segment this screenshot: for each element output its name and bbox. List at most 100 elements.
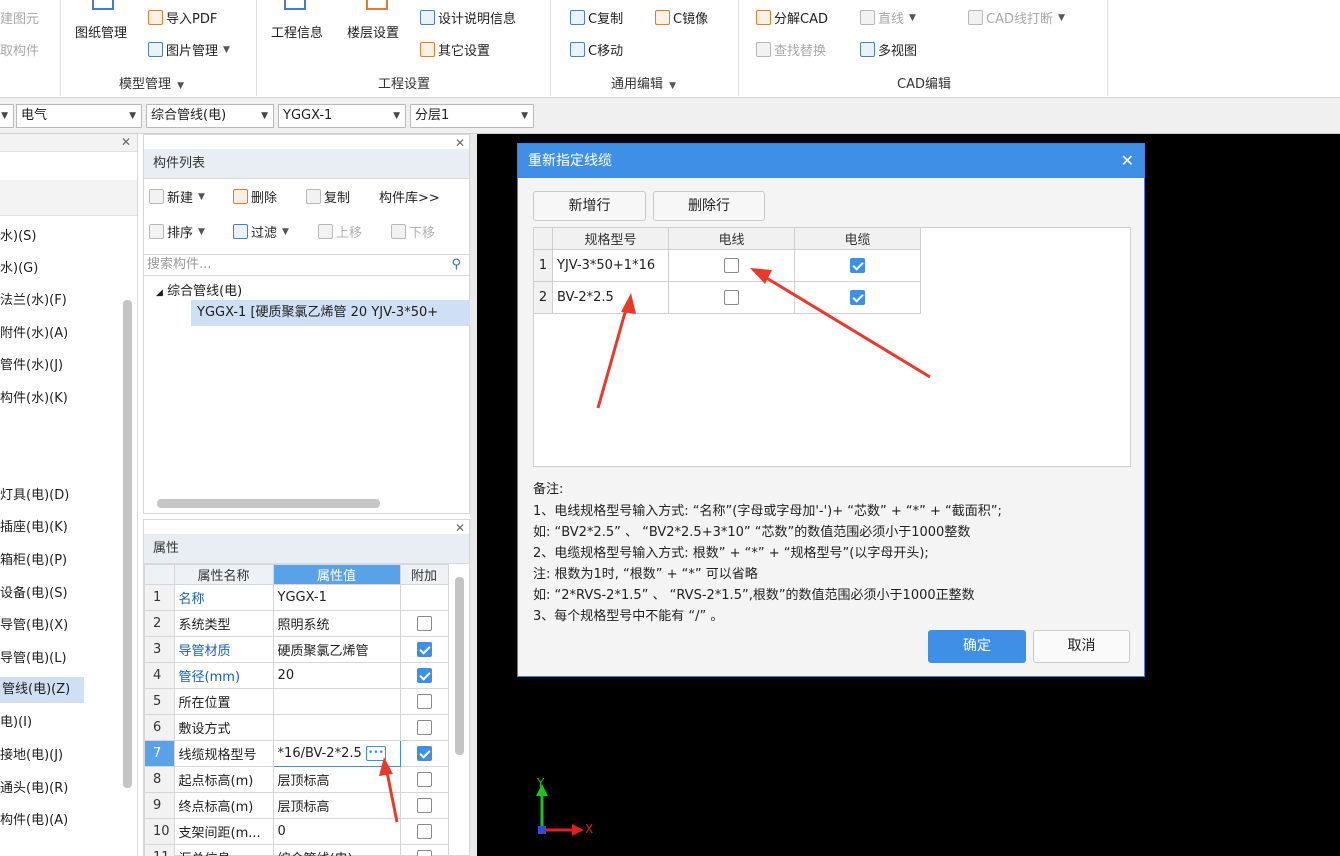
left-list-item[interactable]: 导管(电)(X) [0,617,68,635]
ribbon-cut-item-1[interactable]: 建图元 [0,8,39,27]
tree-group[interactable]: ◢ 综合管线(电) [156,280,242,299]
left-list-item[interactable]: 法兰(水)(F) [0,292,67,310]
checkbox[interactable] [416,772,432,787]
design-info-button[interactable]: 设计说明信息 [420,8,516,27]
checkbox[interactable] [416,850,432,856]
move-down-button[interactable]: 下移 [391,222,435,241]
left-list-item[interactable]: 电)(I) [0,714,32,732]
vertical-scrollbar[interactable] [123,300,132,788]
wire-checkbox[interactable] [724,290,739,305]
property-value[interactable]: 20 [272,662,401,689]
component-search-input[interactable]: 搜索构件... ⚲ [144,254,469,276]
cancel-button[interactable]: 取消 [1033,630,1130,663]
property-value[interactable] [272,688,401,715]
property-value[interactable]: *16/BV-2*2.5 ••• [272,740,401,767]
property-value[interactable]: 照明系统 [272,610,401,637]
tree-expand-icon[interactable]: ◢ [156,288,163,298]
property-row[interactable]: 2 系统类型 照明系统 [144,610,449,637]
image-mgmt-button[interactable]: 图片管理 ▼ [148,40,230,59]
left-list-item[interactable]: 管件(水)(J) [0,357,63,375]
straight-line-button[interactable]: 直线 ▼ [860,8,916,27]
property-row[interactable]: 10 支架间距(m... 0 [144,818,449,845]
property-row[interactable]: 6 敷设方式 [144,714,449,741]
add-row-button[interactable]: 新增行 [533,191,646,221]
property-row[interactable]: 4 管径(mm) 20 [144,662,449,689]
property-row[interactable]: 7 线缆规格型号 *16/BV-2*2.5 ••• [144,740,449,767]
close-icon[interactable]: ✕ [121,135,131,149]
left-list-item[interactable]: 插座(电)(K) [0,519,68,537]
project-info-button[interactable]: 工程信息 [271,22,323,41]
import-pdf-button[interactable]: 导入PDF [148,8,217,27]
close-icon[interactable]: ✕ [1121,144,1134,178]
spec-cell[interactable]: YJV-3*50+1*16 [552,249,669,282]
sort-button[interactable]: 排序 ▼ [149,222,205,241]
other-settings-button[interactable]: 其它设置 [420,40,490,59]
left-list-item[interactable]: 通头(电)(R) [0,780,68,798]
delete-button[interactable]: 删除 [233,187,277,206]
filter-button[interactable]: 过滤 ▼ [233,222,289,241]
checkbox[interactable] [416,720,432,735]
checkbox[interactable] [416,798,432,813]
property-value[interactable]: 0 [272,818,401,845]
tree-item-selected[interactable]: YGGX-1 [硬质聚氯乙烯管 20 YJV-3*50+ [191,300,470,326]
drawing-mgmt-button[interactable]: 图纸管理 [75,22,127,41]
property-row[interactable]: 5 所在位置 [144,688,449,715]
left-list-item[interactable]: 附件(水)(A) [0,325,68,343]
checkbox[interactable] [416,642,432,657]
c-copy-button[interactable]: C复制 [570,8,623,27]
search-icon[interactable]: ⚲ [451,255,461,275]
property-row[interactable]: 8 起点标高(m) 层顶标高 [144,766,449,793]
ribbon-cut-item-2[interactable]: 取构件 [0,40,39,59]
model-mgmt-group-label[interactable]: 模型管理 ▼ [119,73,184,92]
layer-dropdown[interactable]: 分层1 ▼ [410,104,534,128]
general-edit-group-label[interactable]: 通用编辑 ▼ [611,73,676,92]
spec-cell[interactable]: BV-2*2.5 [552,281,669,314]
close-icon[interactable]: ✕ [455,136,465,150]
split-cad-button[interactable]: 分解CAD [756,8,828,27]
c-move-button[interactable]: C移动 [570,40,623,59]
left-list-item[interactable]: 设备(电)(S) [0,585,68,603]
move-up-button[interactable]: 上移 [318,222,362,241]
property-value[interactable]: 综合管线(电) [272,844,401,856]
property-value[interactable] [272,714,401,741]
cable-row[interactable]: 1 YJV-3*50+1*16 [533,249,921,282]
property-value[interactable]: 硬质聚氯乙烯管 [272,636,401,663]
left-list-item[interactable]: 接地(电)(J) [0,747,63,765]
wire-checkbox[interactable] [724,258,739,273]
horizontal-scrollbar[interactable] [157,499,380,508]
property-value[interactable]: YGGX-1 [272,584,401,611]
checkbox[interactable] [416,746,432,761]
ok-button[interactable]: 确定 [928,630,1026,663]
vertical-scrollbar[interactable] [455,577,464,755]
cut-dropdown[interactable]: ▼ [0,104,14,128]
left-list-item[interactable]: 水)(G) [0,260,38,278]
property-row[interactable]: 9 终点标高(m) 层顶标高 [144,792,449,819]
property-row[interactable]: 3 导管材质 硬质聚氯乙烯管 [144,636,449,663]
copy-button[interactable]: 复制 [306,187,350,206]
ellipsis-button[interactable]: ••• [365,746,386,761]
cable-checkbox[interactable] [850,258,865,273]
left-list-item[interactable]: 水)(S) [0,228,36,246]
library-button[interactable]: 构件库>> [379,187,440,206]
c-mirror-button[interactable]: C镜像 [655,8,708,27]
cad-break-button[interactable]: CAD线打断 ▼ [968,8,1065,27]
property-row[interactable]: 11汇总信息综合管线(电) [144,844,449,856]
component-type-dropdown[interactable]: 综合管线(电) ▼ [146,104,274,128]
cable-row[interactable]: 2 BV-2*2.5 [533,281,921,314]
component-dropdown[interactable]: YGGX-1 ▼ [278,104,406,128]
left-list-item[interactable]: 灯具(电)(D) [0,487,69,505]
left-list-item[interactable]: 箱柜(电)(P) [0,552,67,570]
discipline-dropdown[interactable]: 电气 ▼ [16,104,142,128]
floor-settings-button[interactable]: 楼层设置 [347,22,399,41]
multi-view-button[interactable]: 多视图 [860,40,917,59]
delete-row-button[interactable]: 删除行 [653,191,765,221]
cable-checkbox[interactable] [850,290,865,305]
close-icon[interactable]: ✕ [455,521,465,535]
checkbox[interactable] [416,616,432,631]
property-value[interactable]: 层顶标高 [272,766,401,793]
left-list-item[interactable]: 构件(水)(K) [0,390,68,408]
checkbox[interactable] [416,668,432,683]
new-button[interactable]: 新建 ▼ [149,187,205,206]
checkbox[interactable] [416,694,432,709]
left-list-item[interactable]: 构件(电)(A) [0,812,68,830]
